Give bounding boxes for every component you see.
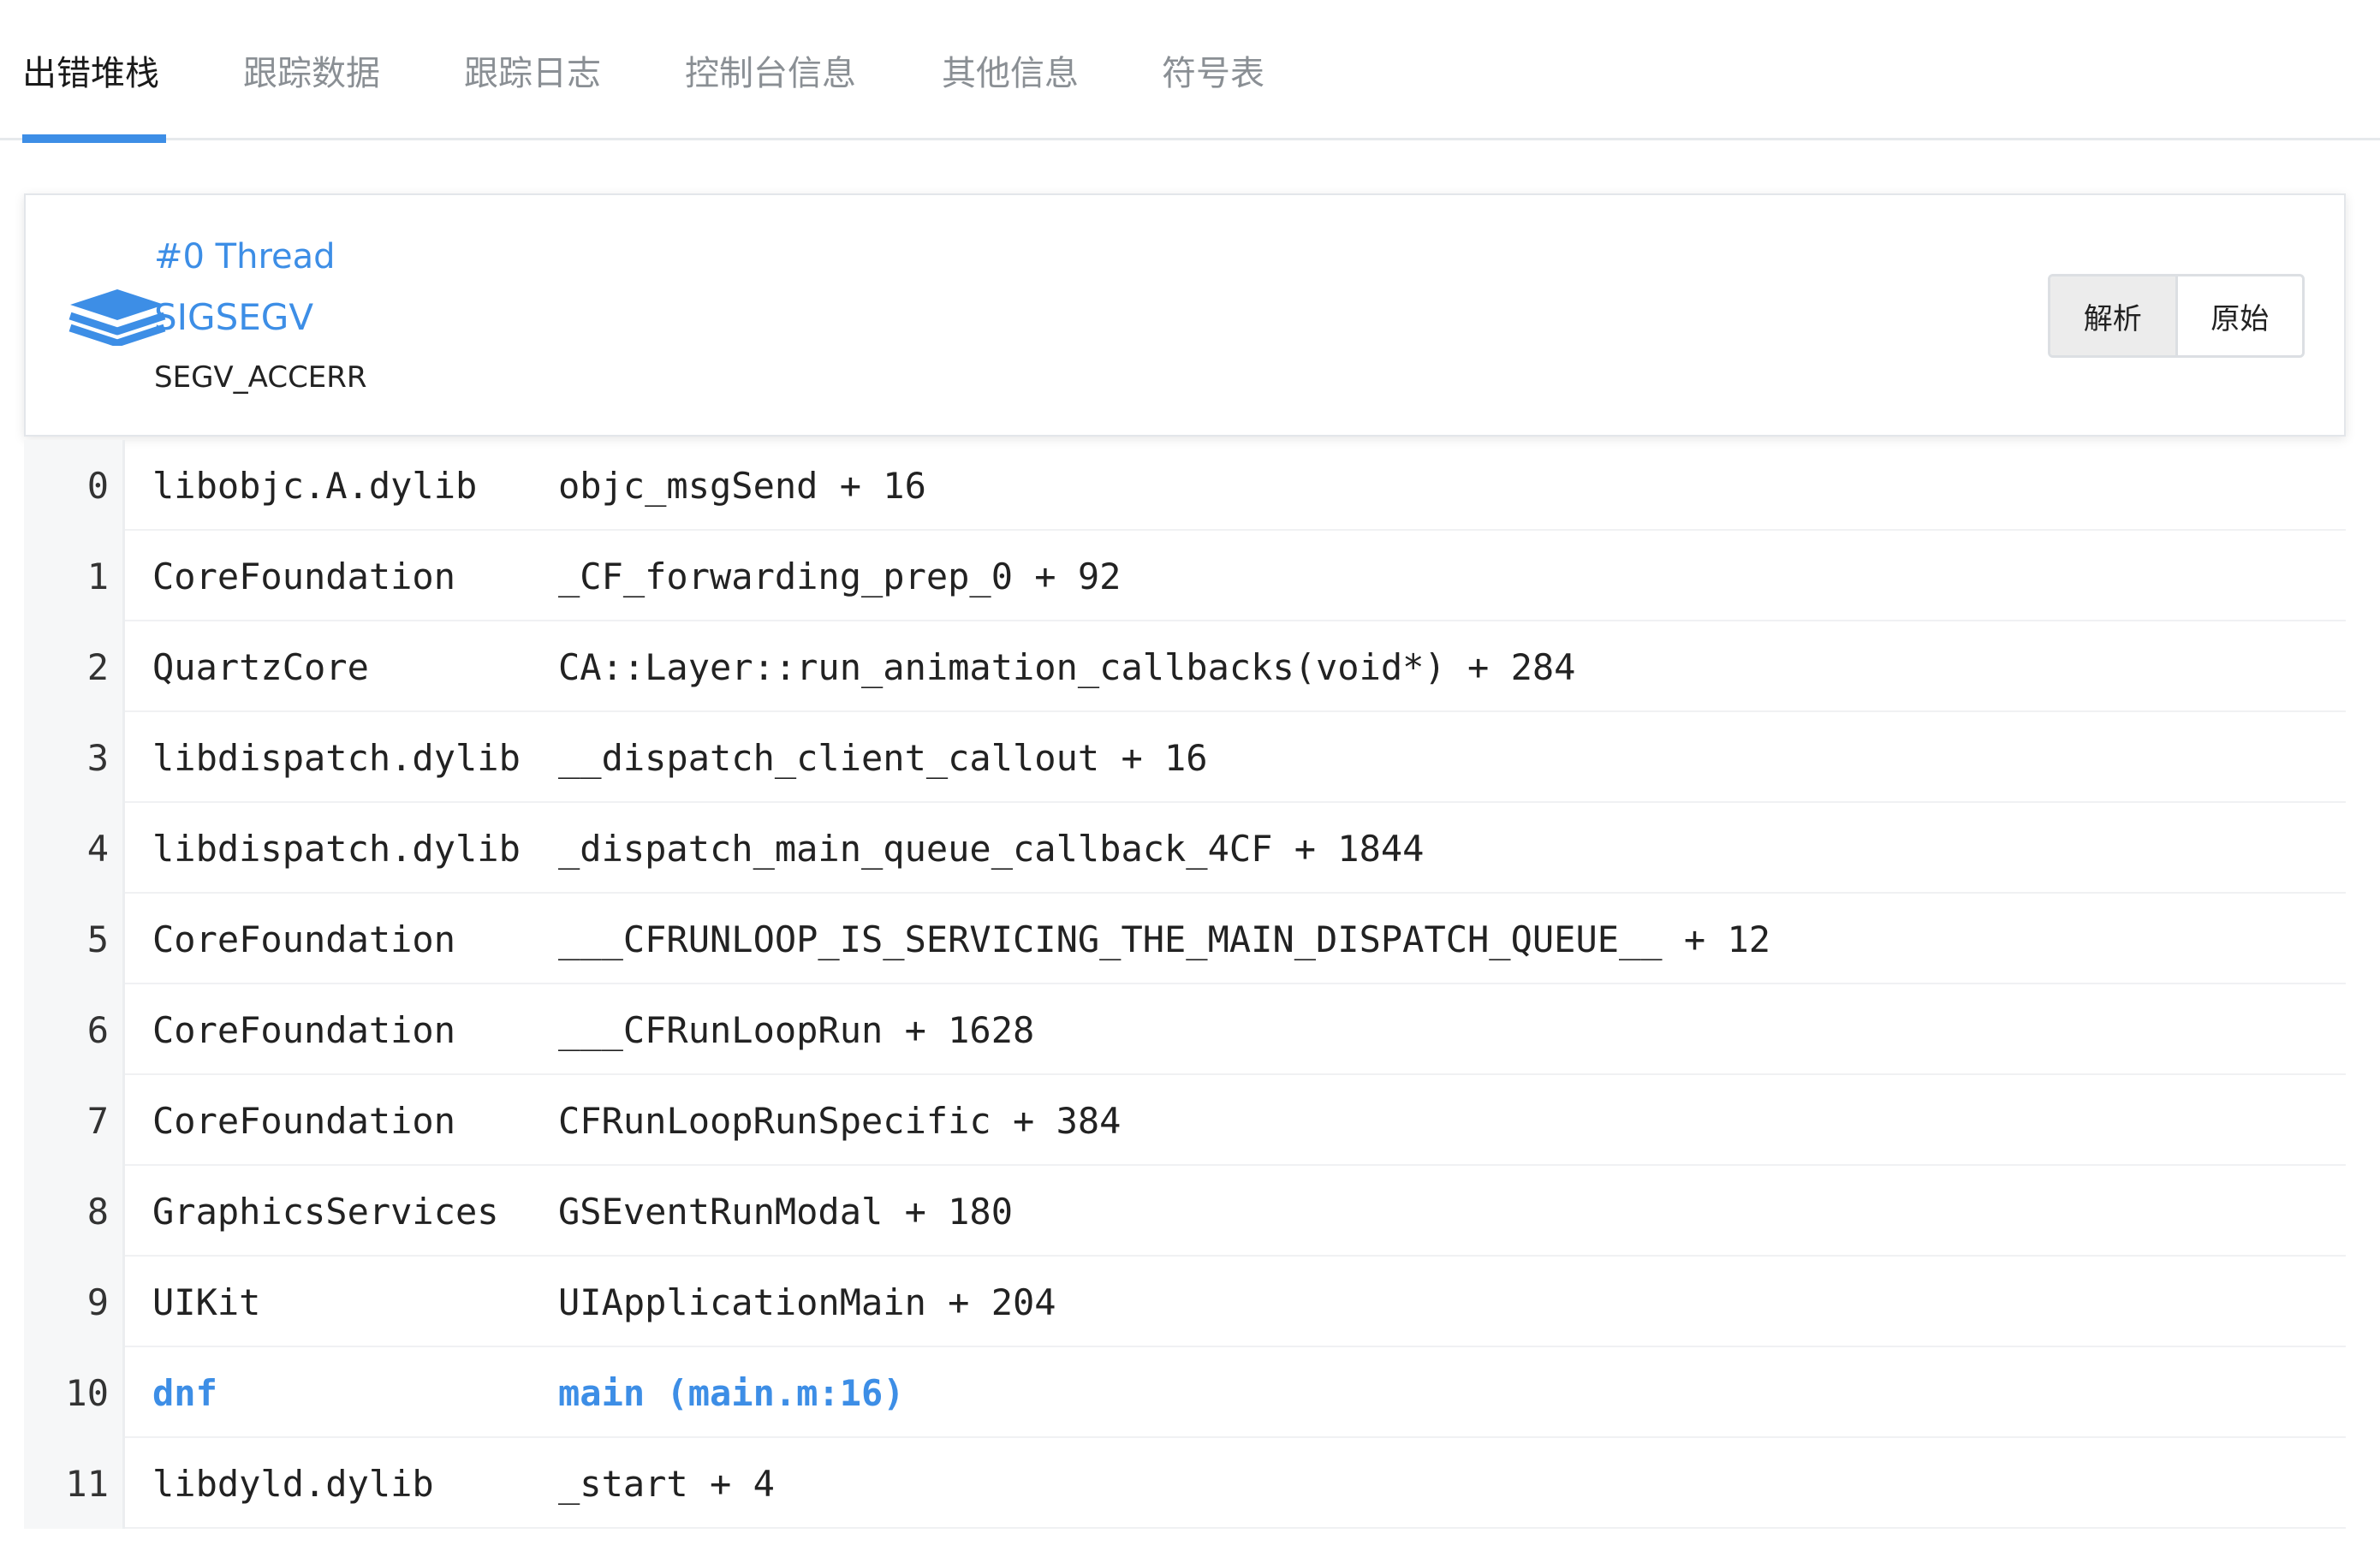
- frame-index: 9: [24, 1257, 125, 1347]
- stack-frame-row[interactable]: 6 CoreFoundation ___CFRunLoopRun + 1628: [24, 984, 2346, 1075]
- frame-symbol: ___CFRunLoopRun + 1628: [558, 1008, 1035, 1051]
- frame-symbol: _start + 4: [558, 1462, 775, 1505]
- frame-index: 2: [24, 621, 125, 712]
- frame-index: 7: [24, 1075, 125, 1166]
- frame-module: libdispatch.dylib: [152, 736, 521, 779]
- frame-module: CoreFoundation: [152, 555, 456, 597]
- frame-module: libobjc.A.dylib: [152, 464, 478, 507]
- signal-name: SIGSEGV: [154, 296, 314, 338]
- tab-bar: 出错堆栈 跟踪数据 跟踪日志 控制台信息 其他信息 符号表: [0, 0, 2380, 143]
- stack-frame-row[interactable]: 8 GraphicsServices GSEventRunModal + 180: [24, 1166, 2346, 1257]
- tab-trace-log[interactable]: 跟踪日志: [464, 0, 610, 140]
- tab-other-info[interactable]: 其他信息: [942, 0, 1089, 140]
- raw-button[interactable]: 原始: [2177, 276, 2302, 355]
- stack-frame-row[interactable]: 1 CoreFoundation _CF_forwarding_prep_0 + 9…: [24, 531, 2346, 621]
- frame-module: GraphicsServices: [152, 1190, 499, 1233]
- frame-module: CoreFoundation: [152, 918, 456, 960]
- frame-symbol: _CF_forwarding_prep_0 + 92: [558, 555, 1122, 597]
- frame-index: 11: [24, 1438, 125, 1529]
- view-mode-toggle: 解析 原始: [2048, 274, 2305, 358]
- frame-module: libdispatch.dylib: [152, 827, 521, 870]
- stack-frame-row[interactable]: 11 libdyld.dylib _start + 4: [24, 1438, 2346, 1529]
- stack-frame-row[interactable]: 4 libdispatch.dylib _dispatch_main_queue_c…: [24, 803, 2346, 894]
- frame-module: QuartzCore: [152, 645, 369, 688]
- stack-frame-row[interactable]: 0 libobjc.A.dylib objc_msgSend + 16: [24, 440, 2346, 531]
- frame-index: 3: [24, 712, 125, 803]
- stack-frame-row[interactable]: 2 QuartzCore CA::Layer::run_animation_call…: [24, 621, 2346, 712]
- tab-trace-data[interactable]: 跟踪数据: [243, 0, 390, 140]
- frame-index: 0: [24, 440, 125, 531]
- stack-frames-table: 0 libobjc.A.dylib objc_msgSend + 16 1 CoreFo…: [24, 440, 2346, 1529]
- frame-index: 10: [24, 1347, 125, 1438]
- parse-button[interactable]: 解析: [2050, 276, 2178, 355]
- signal-code: SEGV_ACCERR: [154, 360, 367, 395]
- frame-module: UIKit: [152, 1281, 261, 1323]
- frame-index: 6: [24, 984, 125, 1075]
- stack-frame-row[interactable]: 3 libdispatch.dylib __dispatch_client_call…: [24, 712, 2346, 803]
- thread-title: #0 Thread: [154, 237, 336, 276]
- frame-index: 8: [24, 1166, 125, 1257]
- stack-frame-row[interactable]: 10 dnf main (main.m:16): [24, 1347, 2346, 1438]
- stack-frame-row[interactable]: 9 UIKit UIApplicationMain + 204: [24, 1257, 2346, 1347]
- frame-symbol: _dispatch_main_queue_callback_4CF + 1844: [558, 827, 1425, 870]
- frame-index: 5: [24, 894, 125, 984]
- frame-module: dnf: [152, 1371, 217, 1414]
- frame-symbol: __dispatch_client_callout + 16: [558, 736, 1208, 779]
- tab-crash-stack[interactable]: 出错堆栈: [22, 0, 166, 143]
- frame-symbol: CFRunLoopRunSpecific + 384: [558, 1099, 1122, 1142]
- frame-symbol: main (main.m:16): [558, 1371, 905, 1414]
- frame-symbol: ___CFRUNLOOP_IS_SERVICING_THE_MAIN_DISPA…: [558, 918, 1771, 960]
- frame-index: 4: [24, 803, 125, 894]
- frame-module: CoreFoundation: [152, 1099, 456, 1142]
- frame-symbol: UIApplicationMain + 204: [558, 1281, 1056, 1323]
- tab-symbol-table[interactable]: 符号表: [1162, 0, 1273, 140]
- frame-index: 1: [24, 531, 125, 621]
- frame-module: libdyld.dylib: [152, 1462, 434, 1505]
- tab-console-info[interactable]: 控制台信息: [685, 0, 866, 140]
- frame-symbol: CA::Layer::run_animation_callbacks(void*…: [558, 645, 1576, 688]
- stack-frame-row[interactable]: 7 CoreFoundation CFRunLoopRunSpecific + 38…: [24, 1075, 2346, 1166]
- frame-module: CoreFoundation: [152, 1008, 456, 1051]
- frame-symbol: GSEventRunModal + 180: [558, 1190, 1014, 1233]
- frame-symbol: objc_msgSend + 16: [558, 464, 926, 507]
- layers-icon: [68, 289, 166, 346]
- stack-frame-row[interactable]: 5 CoreFoundation ___CFRUNLOOP_IS_SERVICING…: [24, 894, 2346, 984]
- thread-header-card: #0 Thread SIGSEGV SEGV_ACCERR 解析 原始: [24, 193, 2346, 437]
